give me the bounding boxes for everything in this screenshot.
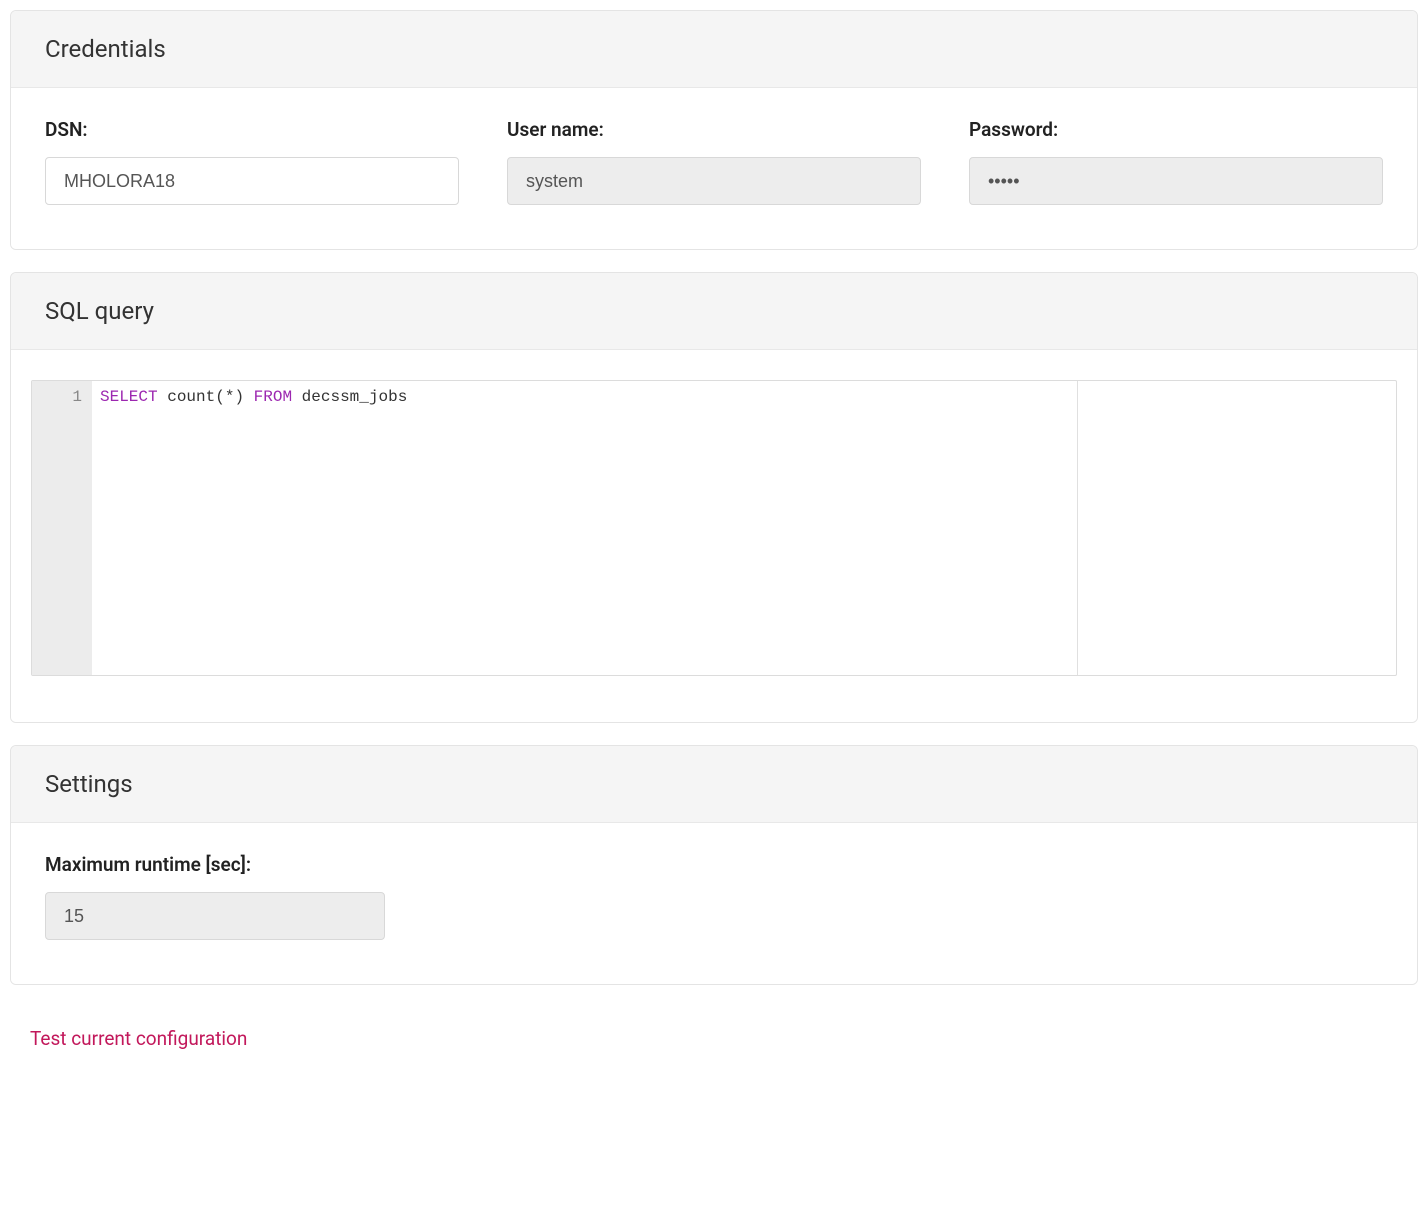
settings-panel: Settings Maximum runtime [sec]: (10, 745, 1418, 985)
sql-code-area[interactable]: SELECT count(*) FROM decssm_jobs (92, 381, 1396, 675)
sql-body: 1 SELECT count(*) FROM decssm_jobs (11, 350, 1417, 722)
credentials-panel: Credentials DSN: User name: Password: (10, 10, 1418, 250)
username-input[interactable] (507, 157, 921, 205)
sql-title: SQL query (45, 297, 1383, 325)
line-number-1: 1 (38, 387, 82, 407)
sql-panel: SQL query 1 SELECT count(*) FROM decssm_… (10, 272, 1418, 723)
sql-editor-divider (1077, 381, 1078, 675)
dsn-field-wrap: DSN: (45, 118, 459, 205)
test-configuration-link[interactable]: Test current configuration (30, 1027, 247, 1050)
username-field-wrap: User name: (507, 118, 921, 205)
dsn-label: DSN: (45, 118, 459, 141)
credentials-row: DSN: User name: Password: (45, 118, 1383, 205)
credentials-header: Credentials (11, 11, 1417, 88)
sql-paren-star: (*) (215, 388, 244, 406)
username-label: User name: (507, 118, 921, 141)
sql-table-name: decssm_jobs (302, 388, 408, 406)
sql-func-count: count (167, 388, 215, 406)
max-runtime-label: Maximum runtime [sec]: (45, 853, 385, 876)
max-runtime-field-wrap: Maximum runtime [sec]: (45, 853, 385, 940)
sql-keyword-from: FROM (254, 388, 292, 406)
password-field-wrap: Password: (969, 118, 1383, 205)
settings-header: Settings (11, 746, 1417, 823)
sql-gutter: 1 (32, 381, 92, 675)
password-label: Password: (969, 118, 1383, 141)
max-runtime-input[interactable] (45, 892, 385, 940)
settings-body: Maximum runtime [sec]: (11, 823, 1417, 984)
settings-title: Settings (45, 770, 1383, 798)
dsn-input[interactable] (45, 157, 459, 205)
password-input[interactable] (969, 157, 1383, 205)
sql-editor[interactable]: 1 SELECT count(*) FROM decssm_jobs (31, 380, 1397, 676)
credentials-body: DSN: User name: Password: (11, 88, 1417, 249)
sql-keyword-select: SELECT (100, 388, 158, 406)
credentials-title: Credentials (45, 35, 1383, 63)
sql-header: SQL query (11, 273, 1417, 350)
